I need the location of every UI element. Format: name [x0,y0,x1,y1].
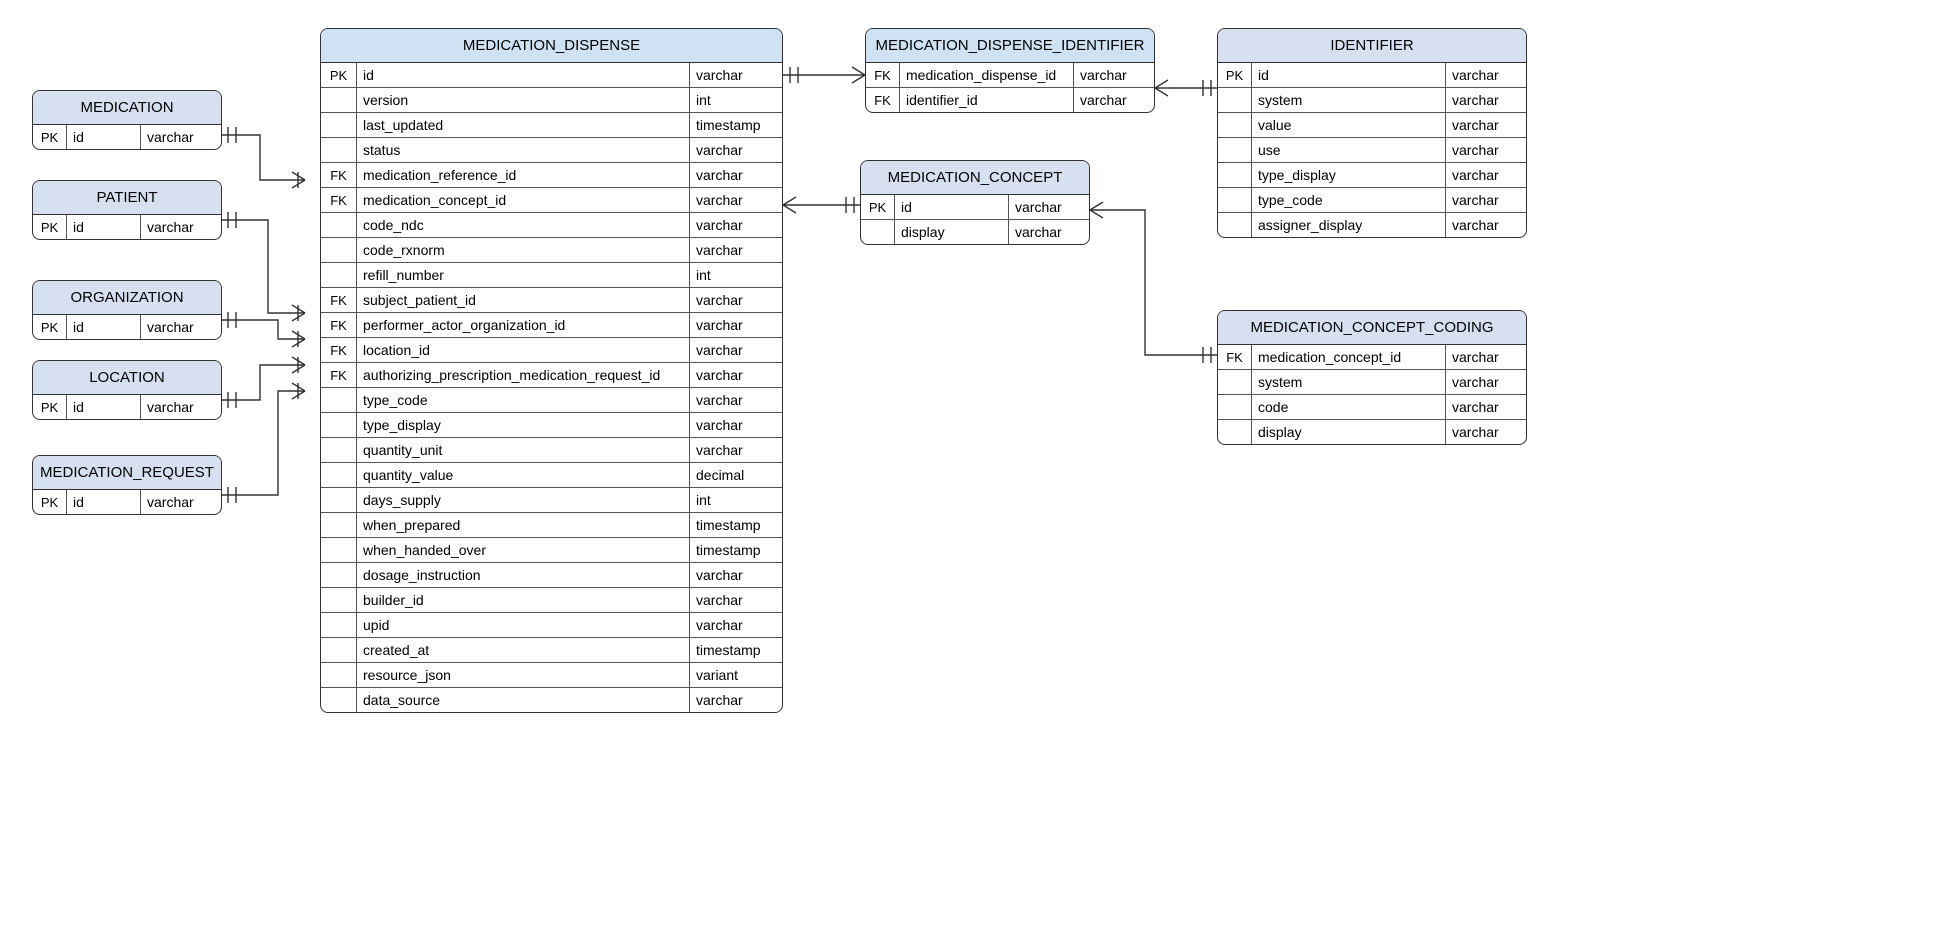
table-row: FKmedication_concept_idvarchar [321,188,782,213]
table-row: when_preparedtimestamp [321,513,782,538]
table-row: FKperformer_actor_organization_idvarchar [321,313,782,338]
table-row: PK id varchar [861,195,1089,220]
entity-medication-dispense: MEDICATION_DISPENSE PKidvarcharversionin… [320,28,783,713]
table-row: PKidvarchar [1218,63,1526,88]
table-row: quantity_unitvarchar [321,438,782,463]
table-row: FKmedication_reference_idvarchar [321,163,782,188]
table-row: display varchar [861,220,1089,244]
entity-medication-concept: MEDICATION_CONCEPT PK id varchar display… [860,160,1090,245]
entity-patient: PATIENT PK id varchar [32,180,222,240]
table-row: dosage_instructionvarchar [321,563,782,588]
table-row: created_attimestamp [321,638,782,663]
table-row: PK id varchar [33,395,221,419]
table-row: displayvarchar [1218,420,1526,444]
table-row: valuevarchar [1218,113,1526,138]
table-row: versionint [321,88,782,113]
entity-title: LOCATION [33,361,221,395]
table-row: code_rxnormvarchar [321,238,782,263]
entity-medication-concept-coding: MEDICATION_CONCEPT_CODING FKmedication_c… [1217,310,1527,445]
table-row: FKauthorizing_prescription_medication_re… [321,363,782,388]
table-row: usevarchar [1218,138,1526,163]
table-row: FKmedication_concept_idvarchar [1218,345,1526,370]
entity-medication: MEDICATION PK id varchar [32,90,222,150]
table-row: quantity_valuedecimal [321,463,782,488]
entity-title: ORGANIZATION [33,281,221,315]
entity-title: MEDICATION_DISPENSE [321,29,782,63]
table-row: FKlocation_idvarchar [321,338,782,363]
table-row: data_sourcevarchar [321,688,782,712]
table-row: systemvarchar [1218,88,1526,113]
er-connections [0,0,1941,952]
table-row: FK medication_dispense_id varchar [866,63,1154,88]
table-row: when_handed_overtimestamp [321,538,782,563]
table-row: FKsubject_patient_idvarchar [321,288,782,313]
table-row: days_supplyint [321,488,782,513]
table-row: resource_jsonvariant [321,663,782,688]
table-row: statusvarchar [321,138,782,163]
entity-title: MEDICATION_REQUEST [33,456,221,490]
table-row: FK identifier_id varchar [866,88,1154,112]
table-row: builder_idvarchar [321,588,782,613]
entity-location: LOCATION PK id varchar [32,360,222,420]
table-row: refill_numberint [321,263,782,288]
table-row: PKidvarchar [321,63,782,88]
table-row: PK id varchar [33,315,221,339]
table-row: PK id varchar [33,125,221,149]
table-row: last_updatedtimestamp [321,113,782,138]
table-row: PK id varchar [33,490,221,514]
entity-title: IDENTIFIER [1218,29,1526,63]
table-row: codevarchar [1218,395,1526,420]
entity-title: MEDICATION_CONCEPT [861,161,1089,195]
entity-title: MEDICATION [33,91,221,125]
table-row: type_displayvarchar [321,413,782,438]
entity-title: PATIENT [33,181,221,215]
table-row: PK id varchar [33,215,221,239]
table-row: type_codevarchar [321,388,782,413]
table-row: type_displayvarchar [1218,163,1526,188]
table-row: type_codevarchar [1218,188,1526,213]
entity-medication-dispense-identifier: MEDICATION_DISPENSE_IDENTIFIER FK medica… [865,28,1155,113]
table-row: code_ndcvarchar [321,213,782,238]
entity-medication-request: MEDICATION_REQUEST PK id varchar [32,455,222,515]
table-row: upidvarchar [321,613,782,638]
entity-title: MEDICATION_CONCEPT_CODING [1218,311,1526,345]
entity-title: MEDICATION_DISPENSE_IDENTIFIER [866,29,1154,63]
entity-identifier: IDENTIFIER PKidvarcharsystemvarcharvalue… [1217,28,1527,238]
entity-organization: ORGANIZATION PK id varchar [32,280,222,340]
table-row: assigner_displayvarchar [1218,213,1526,237]
table-row: systemvarchar [1218,370,1526,395]
